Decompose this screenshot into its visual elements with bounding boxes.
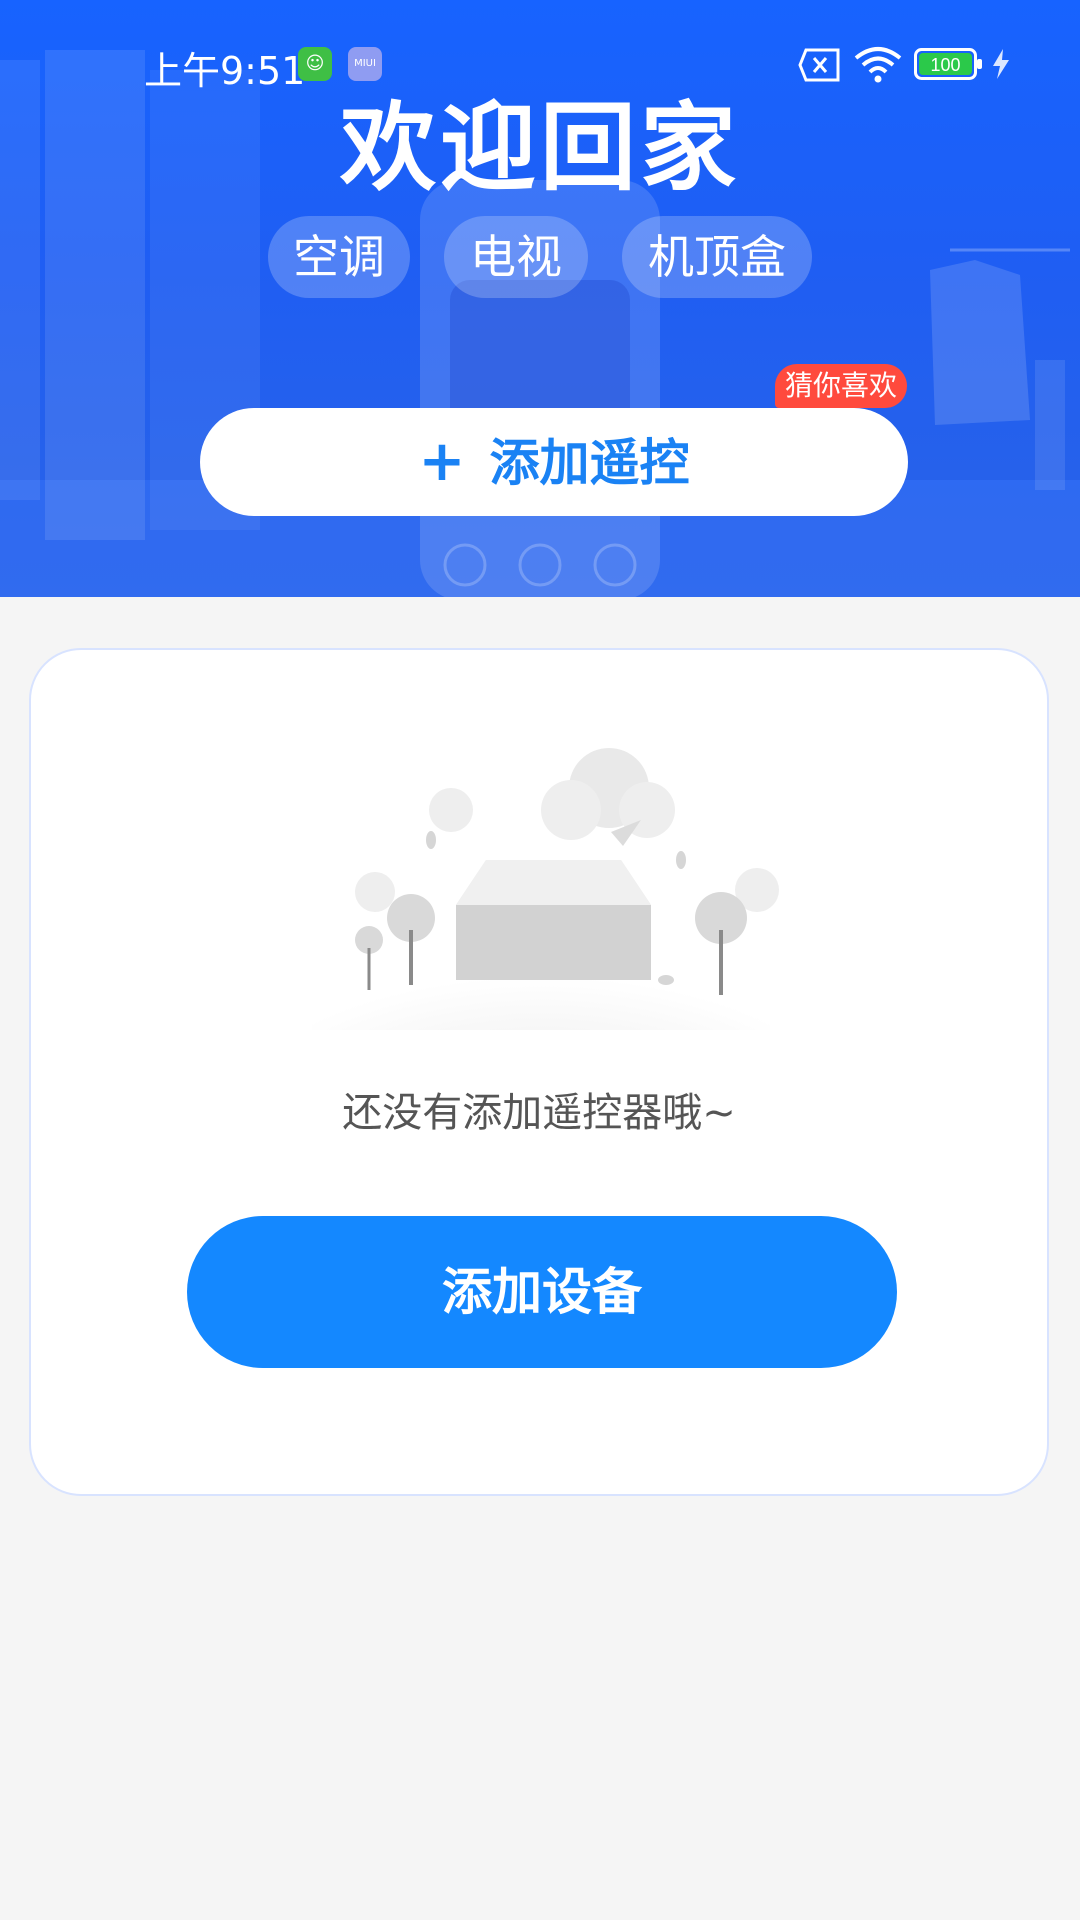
page-title: 欢迎回家 [340,92,740,204]
chip-air-conditioner[interactable]: 空调 [268,216,410,298]
chip-tv[interactable]: 电视 [444,216,588,298]
empty-message: 还没有添加遥控器哦~ [342,1090,736,1136]
plus-icon: + [418,429,466,494]
chip-set-top-box[interactable]: 机顶盒 [622,216,812,298]
device-chips: 空调 电视 机顶盒 [0,216,1080,300]
add-remote-button[interactable]: + 添加遥控 [200,408,908,516]
add-device-button[interactable]: 添加设备 [187,1216,897,1368]
empty-box-illustration [311,748,779,1030]
hero-banner: 上午9:51 ☺ MIUI 100 欢迎回家 空调 电视 机顶盒 +添加遥控 [0,0,1080,597]
recommend-badge: 猜你喜欢 [775,364,907,408]
empty-state-card: 还没有添加遥控器哦~ 添加设备 [29,648,1049,1496]
add-remote-label: 添加遥控 [489,434,690,492]
